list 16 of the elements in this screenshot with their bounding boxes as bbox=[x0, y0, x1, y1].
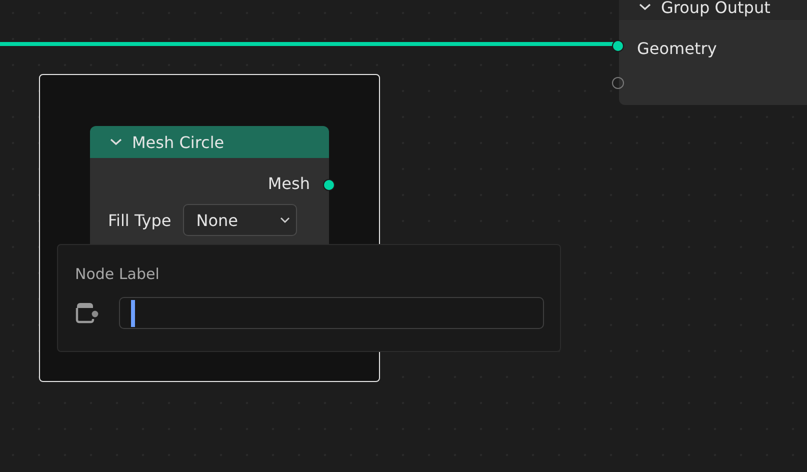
socket-dot[interactable] bbox=[612, 40, 624, 52]
node-title: Group Output bbox=[661, 0, 770, 16]
label-input-field[interactable] bbox=[119, 297, 544, 329]
caret-icon bbox=[280, 217, 290, 223]
node-header[interactable]: Group Output bbox=[619, 0, 807, 20]
socket-label: Mesh bbox=[268, 174, 310, 192]
chevron-icon[interactable] bbox=[639, 3, 651, 11]
fill-type-dropdown[interactable]: None bbox=[183, 204, 298, 236]
socket-label: Geometry bbox=[637, 39, 717, 58]
node-title: Mesh Circle bbox=[132, 132, 224, 152]
node-body[interactable]: Geometry bbox=[619, 20, 807, 105]
node-header[interactable]: Mesh Circle bbox=[90, 126, 329, 158]
popup-title: Node Label bbox=[75, 265, 160, 283]
field-label: Fill Type bbox=[108, 210, 172, 230]
socket-dot[interactable] bbox=[612, 77, 624, 89]
node-icon bbox=[75, 302, 99, 324]
